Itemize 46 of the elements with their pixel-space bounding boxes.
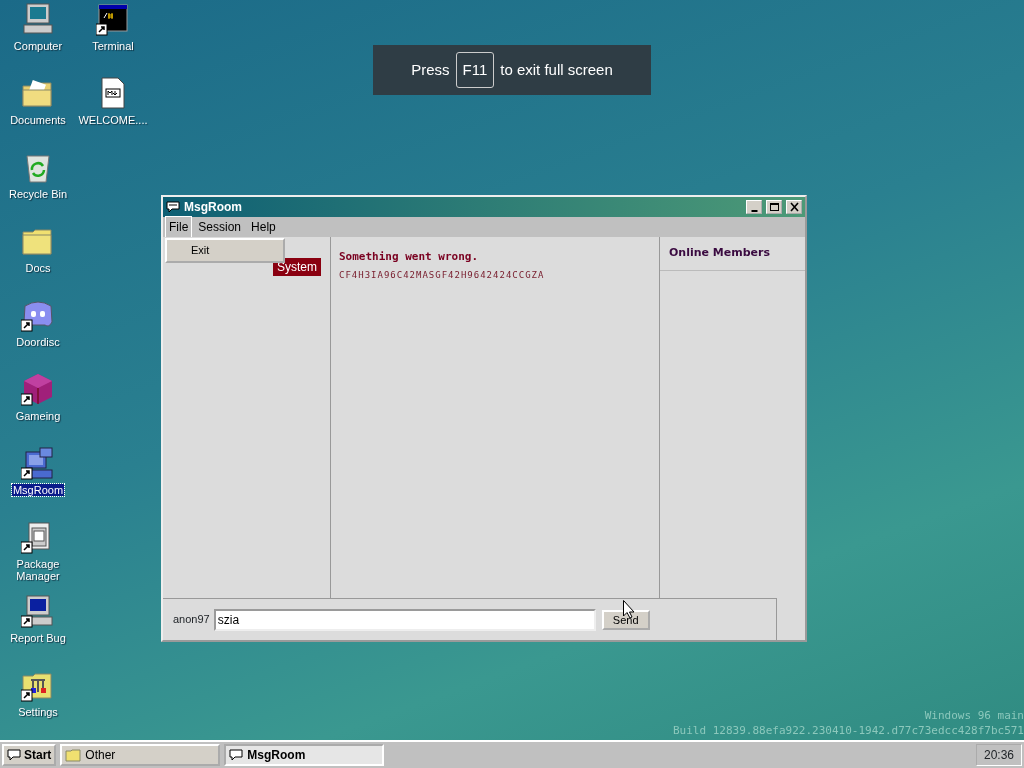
build-info: Build 12839.88efa922.230410-1942.d77c73edcc428f7bc571 xyxy=(673,723,1024,738)
icon-label[interactable]: Report Bug xyxy=(9,632,67,644)
icon-label[interactable]: Package Manager xyxy=(13,558,63,582)
clock: 20:36 xyxy=(976,744,1022,766)
close-icon xyxy=(787,201,801,213)
menu-item[interactable]: Help xyxy=(247,216,280,238)
chat-icon xyxy=(7,749,21,761)
maximize-button[interactable] xyxy=(766,200,782,214)
icon-label[interactable]: Computer xyxy=(12,40,64,52)
computer-icon[interactable] xyxy=(21,594,55,628)
message-text: CF4H3IA96C42MASGF42H9642424CCGZA xyxy=(339,268,546,282)
menu-item[interactable]: Session xyxy=(194,216,246,238)
maximize-icon xyxy=(767,201,781,213)
chat-icon xyxy=(166,201,180,213)
computer-chat-icon[interactable] xyxy=(21,446,55,480)
sender-tag: System xyxy=(273,258,321,276)
icon-label[interactable]: Settings xyxy=(17,706,59,718)
notice-text: Press xyxy=(411,59,450,80)
cube-icon[interactable] xyxy=(21,372,55,406)
username-label: anon97 xyxy=(173,612,210,628)
message-title: Something went wrong. xyxy=(339,249,480,265)
icon-label[interactable]: WELCOME.... xyxy=(77,114,149,126)
build-info: Windows 96 main xyxy=(923,708,1024,723)
key-label: F11 xyxy=(455,51,495,89)
close-button[interactable] xyxy=(786,200,802,214)
icon-label[interactable]: Docs xyxy=(24,262,52,274)
window-title: MsgRoom xyxy=(184,199,242,216)
notice-text: to exit full screen xyxy=(500,59,613,80)
minimize-button[interactable] xyxy=(746,200,762,214)
menu-option[interactable]: Exit xyxy=(167,240,283,261)
taskbar-button[interactable]: MsgRoom xyxy=(224,744,385,766)
icon-label[interactable]: Recycle Bin xyxy=(7,188,69,200)
icon-label[interactable]: Doordisc xyxy=(15,336,61,348)
terminal-icon[interactable] xyxy=(96,2,130,36)
icon-label[interactable]: Documents xyxy=(9,114,67,126)
icon-label[interactable]: Terminal xyxy=(91,40,135,52)
taskbar-button[interactable]: Other xyxy=(60,744,221,766)
start-button[interactable]: Start xyxy=(2,744,57,766)
minimize-icon xyxy=(750,209,758,212)
chat-icon[interactable] xyxy=(21,298,55,332)
icon-label[interactable]: Gameing xyxy=(14,410,62,422)
chat-icon xyxy=(229,749,244,761)
members-heading: Online Members xyxy=(660,237,805,271)
folder-icon xyxy=(65,748,82,762)
message-input[interactable]: szia xyxy=(213,608,596,631)
icon-label[interactable]: MsgRoom xyxy=(11,484,65,496)
